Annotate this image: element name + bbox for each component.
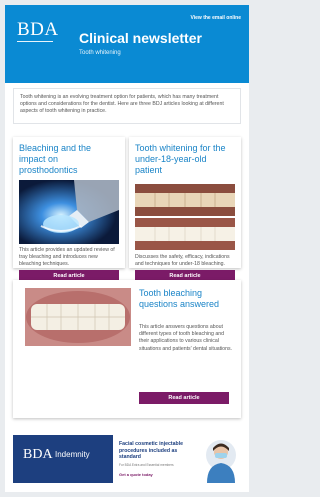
banner-headline: Facial cosmetic injectable procedures in… (119, 441, 184, 460)
article-summary: Discusses the safety, efficacy, indicati… (135, 254, 230, 268)
header-band (5, 75, 249, 83)
banner-panel: Facial cosmetic injectable procedures in… (113, 435, 241, 483)
article-card: Bleaching and the impact on prosthodonti… (13, 137, 125, 282)
newsletter-title: Clinical newsletter (79, 30, 202, 46)
article-summary: This article answers questions about dif… (139, 324, 232, 352)
intro-text: Tooth whitening is an evolving treatment… (13, 88, 241, 124)
newsletter-subtitle: Tooth whitening (79, 50, 121, 56)
banner-small-print: For BDA Extra and Essential members (119, 463, 174, 467)
read-article-button[interactable]: Read article (139, 392, 229, 404)
dentist-photo (206, 440, 236, 483)
article-title[interactable]: Bleaching and the impact on prosthodonti… (19, 143, 119, 176)
article-card: Tooth whitening for the under-18-year-ol… (129, 137, 241, 282)
footer-brand: Indemnity (55, 450, 90, 459)
newsletter-page: BDA View the email online Clinical newsl… (5, 5, 249, 492)
footer-bda-logo: BDA (23, 447, 53, 462)
article-summary: This article provides an updated review … (19, 247, 115, 268)
logo-underline (17, 41, 53, 42)
article-card: Tooth bleaching questions answered This … (13, 280, 241, 418)
article-title[interactable]: Tooth bleaching questions answered (139, 288, 235, 310)
article-title[interactable]: Tooth whitening for the under-18-year-ol… (135, 143, 235, 176)
indemnity-banner[interactable]: BDA Indemnity Facial cosmetic injectable… (13, 435, 241, 483)
bleaching-light-photo (19, 180, 119, 244)
teeth-close-up-photo (25, 288, 131, 346)
teeth-before-after-photo (135, 184, 235, 250)
get-quote-link[interactable]: Get a quote today (119, 472, 153, 477)
bda-logo: BDA (17, 19, 59, 40)
view-online-link[interactable]: View the email online (191, 15, 241, 21)
newsletter-header: BDA View the email online Clinical newsl… (5, 5, 249, 75)
